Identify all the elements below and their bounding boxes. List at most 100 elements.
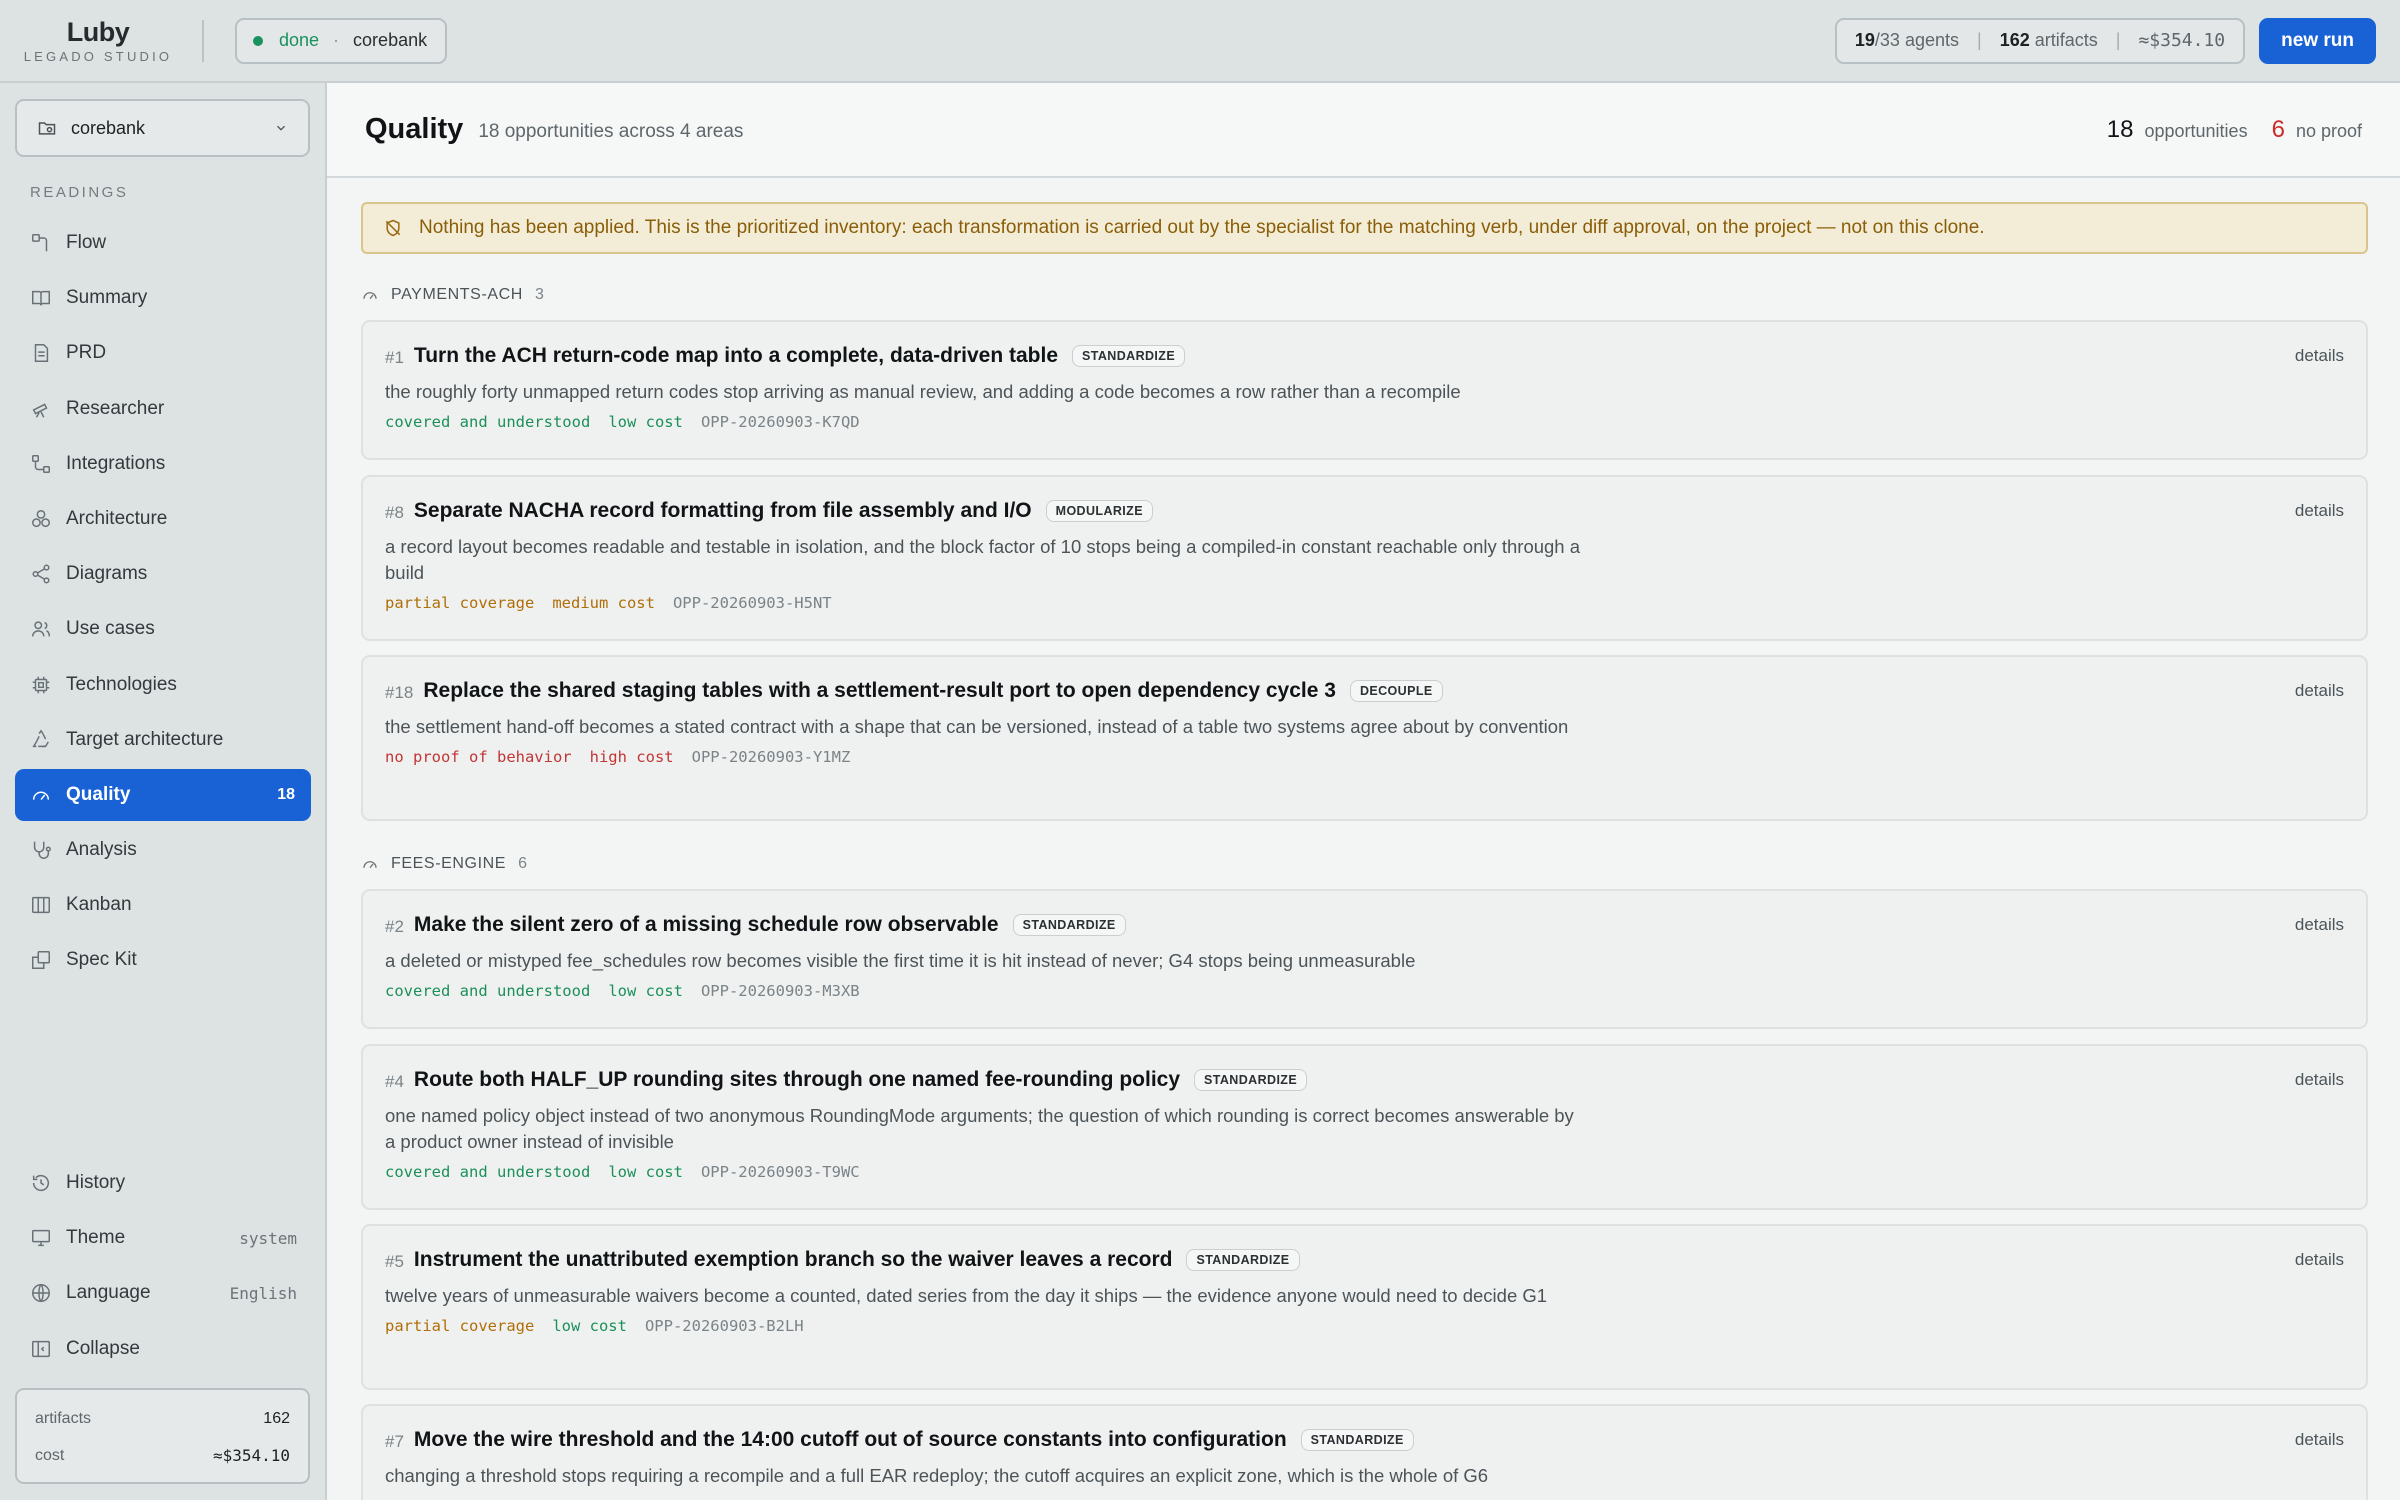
card-title: Route both HALF_UP rounding sites throug… [413,1068,1181,1091]
card-number: #2 [385,916,404,936]
group-count: 6 [518,855,528,872]
chevron-down-icon [277,125,285,131]
group-name: PAYMENTS-ACH [391,286,523,303]
sidebar-item-theme[interactable]: Theme system [15,1212,311,1264]
coverage-label: covered and understood [385,413,591,431]
opportunity-id: OPP-20260903-H5NT [672,594,832,612]
folder-icon [38,122,56,135]
opportunity-card[interactable]: #1 Turn the ACH return-code map into a c… [361,320,2368,460]
project-select[interactable]: corebank [15,99,310,157]
coverage-label: covered and understood [385,982,591,1000]
card-description: the roughly forty unmapped return codes … [385,381,1461,402]
opportunity-id: OPP-20260903-T9WC [700,1163,860,1181]
card-title: Replace the shared staging tables with a… [423,679,1336,702]
sidebar-item-architecture[interactable]: Architecture [15,493,311,545]
cost-label: low cost [608,413,683,431]
history-icon [32,1175,50,1192]
telescope-icon [32,402,48,418]
brand-subtitle: LEGADO STUDIO [23,49,173,64]
opportunity-card[interactable]: #18 Replace the shared staging tables wi… [361,655,2368,821]
opportunity-card[interactable]: #7 Move the wire threshold and the 14:00… [361,1404,2368,1500]
opportunity-card[interactable]: #2 Make the silent zero of a missing sch… [361,889,2368,1029]
gauge-icon [363,292,377,300]
cost-label: high cost [589,748,674,766]
flow-icon [32,234,48,252]
card-tag: STANDARDIZE [1194,1069,1308,1091]
card-description: twelve years of unmeasurable waivers bec… [385,1285,1548,1306]
kanban-icon [32,897,50,914]
card-description: one named policy object instead of two a… [385,1105,1574,1152]
sidebar-item-researcher[interactable]: Researcher [15,383,311,435]
monitor-icon [32,1230,50,1247]
cost-label: medium cost [552,594,655,612]
new-run-button[interactable]: new run [2259,17,2376,64]
recycle-icon [32,729,49,747]
notice-banner: Nothing has been applied. This is the pr… [361,202,2368,254]
opportunity-card[interactable]: #4 Route both HALF_UP rounding sites thr… [361,1044,2368,1210]
details-link[interactable]: details [2295,1070,2344,1090]
no-proof-count: 6 [2271,115,2285,143]
opportunity-id: OPP-20260903-B2LH [644,1317,804,1335]
agents-stat: 19/33 agents [1854,30,1959,50]
group-header: PAYMENTS-ACH 3 [361,286,544,304]
opportunity-card[interactable]: #5 Instrument the unattributed exemption… [361,1224,2368,1390]
card-tag: DECOUPLE [1349,680,1443,702]
details-link[interactable]: details [2295,501,2344,521]
card-tag: STANDARDIZE [1186,1249,1300,1271]
top-bar: Luby LEGADO STUDIO done · corebank 19/33… [0,0,2400,83]
card-description: a record layout becomes readable and tes… [385,536,1581,583]
sidebar-item-quality[interactable]: Quality 18 [15,768,311,821]
collapse-icon [32,1340,50,1357]
sidebar-summary: artifacts 162 cost ≈$354.10 [15,1388,310,1484]
sidebar-item-collapse[interactable]: Collapse [15,1323,311,1375]
card-title: Instrument the unattributed exemption br… [413,1248,1173,1271]
sidebar-item-flow[interactable]: Flow [15,217,311,269]
sidebar-item-history[interactable]: History [15,1157,311,1209]
details-link[interactable]: details [2295,915,2344,935]
sidebar-item-diagrams[interactable]: Diagrams [15,548,311,600]
cost-value: ≈$354.10 [212,1446,290,1465]
details-link[interactable]: details [2295,681,2344,701]
run-stats: 19/33 agents | 162 artifacts | ≈$354.10 [1834,17,2246,64]
page-title: Quality [365,113,464,145]
sidebar-item-analysis[interactable]: Analysis [15,824,311,876]
gauge-icon [32,791,50,800]
stethoscope-icon [33,841,51,859]
details-link[interactable]: details [2295,1430,2344,1450]
run-separator: · [333,30,340,50]
details-link[interactable]: details [2295,346,2344,366]
sidebar-item-summary[interactable]: Summary [15,272,311,324]
architecture-icon [32,509,50,528]
card-number: #8 [385,502,404,522]
run-status-pill[interactable]: done · corebank [235,17,448,64]
sidebar-item-kanban[interactable]: Kanban [15,879,311,931]
theme-value: system [239,1228,297,1248]
no-proof-label: no proof [2295,120,2362,141]
page-subtitle: 18 opportunities across 4 areas [478,120,744,142]
card-number: #18 [385,682,414,702]
quality-count-badge: 18 [277,785,295,803]
card-description: changing a threshold stops requiring a r… [385,1465,1489,1486]
artifacts-label: artifacts [35,1409,92,1427]
integrations-icon [32,454,50,473]
card-description: a deleted or mistyped fee_schedules row … [385,950,1416,971]
group-name: FEES-ENGINE [391,855,507,872]
sidebar-item-use-cases[interactable]: Use cases [15,603,311,655]
speckit-icon [32,951,50,970]
opportunities-count: 18 [2106,115,2134,143]
brand[interactable]: Luby LEGADO STUDIO [2,17,194,64]
sidebar-item-target-architecture[interactable]: Target architecture [15,714,311,766]
opportunity-card[interactable]: #8 Separate NACHA record formatting from… [361,475,2368,641]
card-number: #4 [385,1071,404,1091]
sidebar-item-technologies[interactable]: Technologies [15,659,311,711]
run-status: done [279,30,320,50]
sidebar-nav: Flow Summary PRD Researcher Integrations… [15,217,311,990]
card-number: #7 [385,1431,404,1451]
details-link[interactable]: details [2295,1250,2344,1270]
sidebar-item-prd[interactable]: PRD [15,327,311,379]
divider [202,19,204,62]
sidebar-item-integrations[interactable]: Integrations [15,438,311,490]
globe-icon [32,1284,50,1303]
sidebar-item-spec-kit[interactable]: Spec Kit [15,934,311,986]
sidebar-item-language[interactable]: Language English [15,1267,311,1319]
